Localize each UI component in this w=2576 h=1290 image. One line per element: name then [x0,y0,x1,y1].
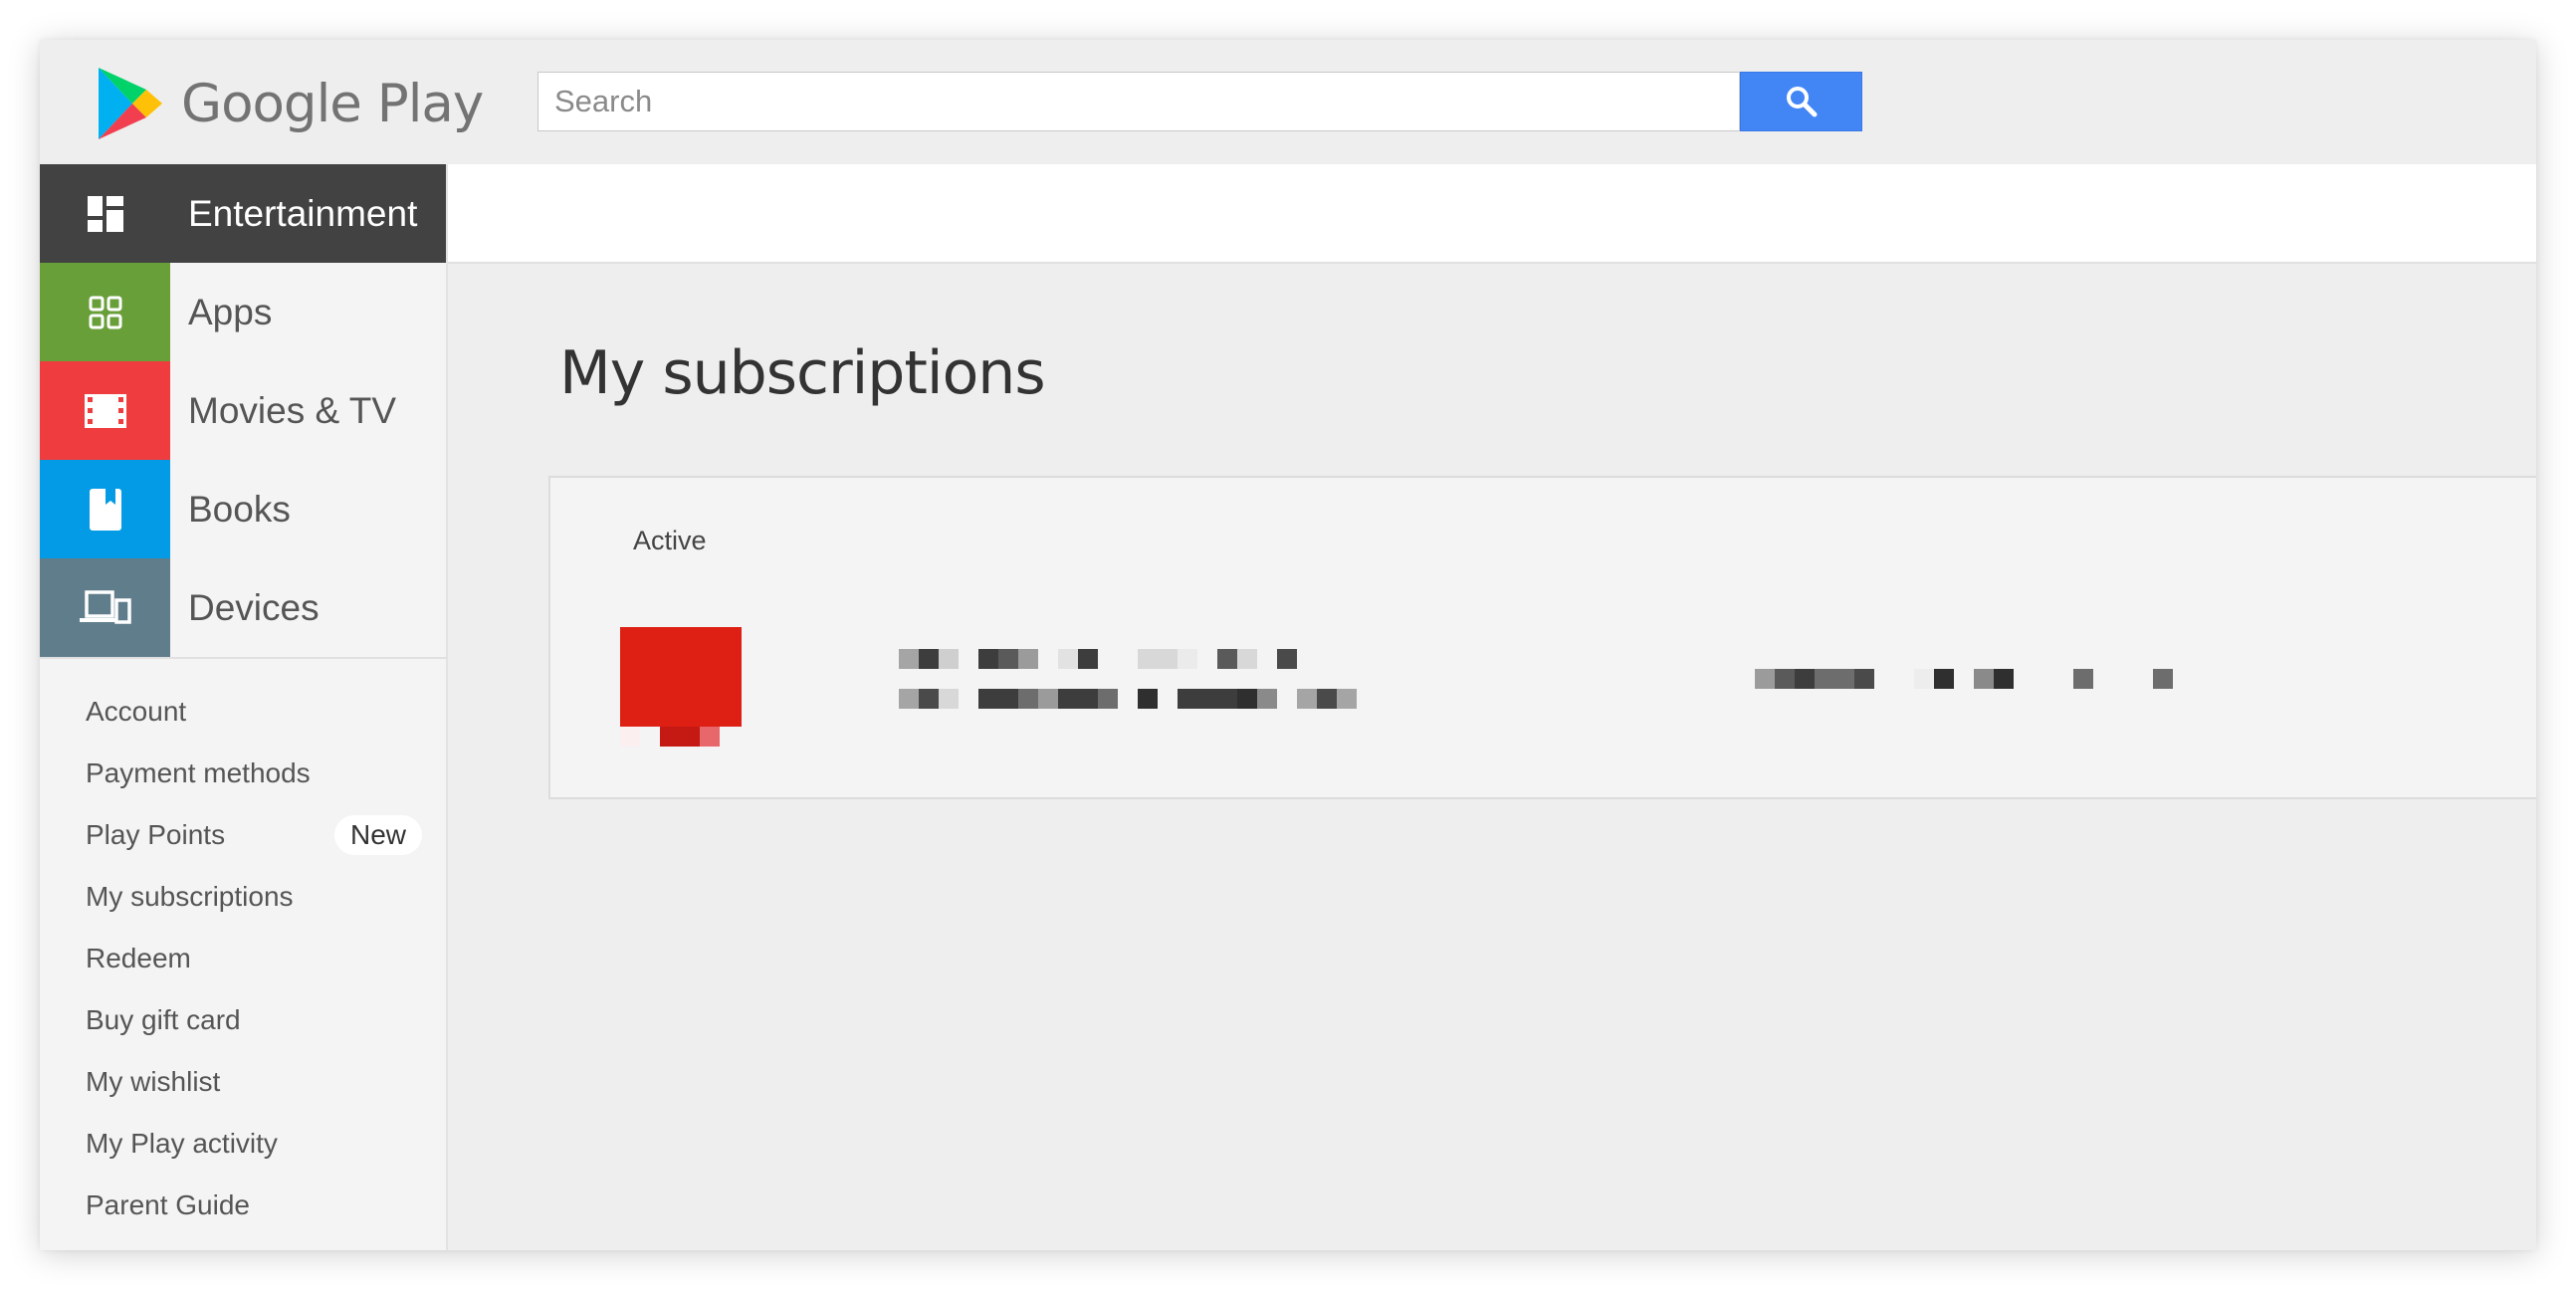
link-label: Redeem [86,943,191,973]
sidebar-link-payment-methods[interactable]: Payment methods [40,743,446,804]
link-label: My Play activity [86,1128,278,1159]
search-input[interactable] [537,72,1740,131]
search-button[interactable] [1740,72,1862,131]
sidebar-item-movies-tv[interactable]: Movies & TV [40,361,446,460]
top-bar: Google Play [40,40,2536,164]
subscriptions-card: Active [548,476,2536,799]
devices-icon [40,558,170,657]
sidebar-link-parent-guide[interactable]: Parent Guide [40,1175,446,1236]
sidebar-link-account[interactable]: Account [40,681,446,743]
browser-window: Google Play Entertainment [40,40,2536,1250]
apps-grid-icon [40,263,170,361]
search-icon [1786,87,1817,117]
search-bar [537,72,1862,131]
google-play-logo[interactable]: Google Play [95,64,484,143]
link-label: Account [86,696,187,727]
sidebar-item-entertainment[interactable]: Entertainment [40,164,446,263]
book-icon [40,460,170,558]
link-label: My subscriptions [86,881,294,912]
sidebar: Entertainment Apps Movies & TV Books Dev… [40,164,448,1250]
brand-name: Google Play [181,73,484,134]
content-subheader [448,164,2536,264]
link-label: Buy gift card [86,1004,241,1035]
link-label: Play Points [86,819,226,850]
entertainment-icon [40,164,170,263]
sidebar-link-my-wishlist[interactable]: My wishlist [40,1051,446,1113]
sidebar-item-books[interactable]: Books [40,460,446,558]
new-badge: New [333,815,422,855]
sidebar-link-buy-gift-card[interactable]: Buy gift card [40,989,446,1051]
play-triangle-icon [99,68,162,139]
sidebar-item-label: Entertainment [188,192,418,234]
sidebar-item-label: Books [188,488,291,530]
link-label: My wishlist [86,1066,221,1097]
sidebar-item-label: Devices [188,586,320,628]
section-label-active: Active [633,526,707,555]
sidebar-link-my-subscriptions[interactable]: My subscriptions [40,866,446,928]
sidebar-item-devices[interactable]: Devices [40,558,446,657]
sidebar-link-my-play-activity[interactable]: My Play activity [40,1113,446,1175]
film-icon [40,361,170,460]
sidebar-item-apps[interactable]: Apps [40,263,446,361]
sidebar-link-redeem[interactable]: Redeem [40,928,446,989]
link-label: Payment methods [86,757,311,788]
account-links: Account Payment methods Play Points New … [40,659,446,1236]
app-thumbnail [620,627,742,749]
link-label: Parent Guide [86,1189,250,1220]
sidebar-link-play-points[interactable]: Play Points New [40,804,446,866]
page-title: My subscriptions [559,338,1046,408]
sidebar-item-label: Movies & TV [188,389,397,431]
sidebar-item-label: Apps [188,291,273,332]
